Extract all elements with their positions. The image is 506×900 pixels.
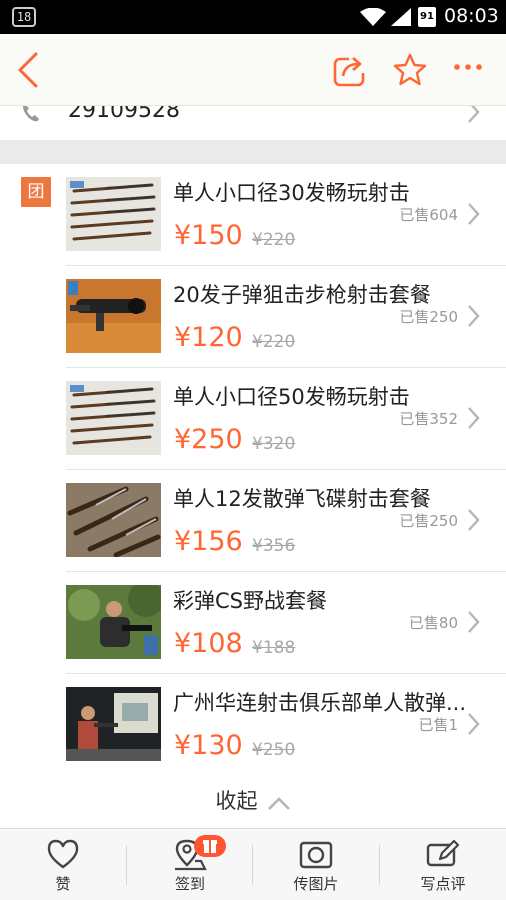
chevron-right-icon [468, 509, 480, 531]
deal-item[interactable]: 广州华连射击俱乐部单人散弹... 已售1 ¥130 ¥250 [66, 674, 506, 776]
deal-sold-count: 已售80 [408, 614, 458, 632]
deal-original-price: ¥220 [252, 332, 296, 352]
collapse-label: 收起 [215, 789, 258, 813]
tab-write-review[interactable]: 写点评 [380, 829, 506, 900]
deal-item[interactable]: 彩弹CS野战套餐 已售80 ¥108 ¥188 [66, 572, 506, 674]
deal-original-price: ¥356 [252, 536, 296, 556]
clock: 08:03 [444, 5, 499, 27]
chevron-right-icon [468, 305, 480, 327]
battery-icon: 91 [418, 7, 436, 27]
notification-count-icon: 18 [12, 7, 36, 27]
deal-price: ¥250 [174, 424, 243, 455]
deal-item[interactable]: 单人小口径50发畅玩射击 已售352 ¥250 ¥320 [66, 368, 506, 470]
status-bar: 18 91 08:03 [0, 0, 506, 34]
deal-original-price: ¥320 [252, 434, 296, 454]
deal-thumbnail [66, 483, 161, 557]
deal-title: 彩弹CS野战套餐 [173, 589, 327, 613]
deal-price: ¥150 [174, 220, 243, 251]
deal-original-price: ¥250 [252, 740, 296, 760]
chevron-up-icon [267, 796, 290, 810]
deal-title: 广州华连射击俱乐部单人散弹... [173, 691, 467, 715]
star-icon[interactable] [392, 52, 428, 88]
camera-icon [299, 841, 333, 869]
phone-icon [23, 106, 39, 122]
deal-price: ¥120 [174, 322, 243, 353]
deal-sold-count: 已售250 [399, 512, 458, 530]
deal-thumbnail [66, 687, 161, 761]
deal-title: 单人12发散弹飞碟射击套餐 [173, 487, 431, 511]
deal-sold-count: 已售604 [399, 206, 458, 224]
back-arrow-icon[interactable] [12, 52, 42, 88]
phone-row[interactable]: 29109528 [0, 106, 506, 140]
chevron-right-icon [468, 106, 480, 123]
deal-item[interactable]: 单人小口径30发畅玩射击 已售604 ¥150 ¥220 [66, 164, 506, 266]
chevron-right-icon [468, 203, 480, 225]
deal-title: 单人小口径50发畅玩射击 [173, 385, 410, 409]
deal-sold-count: 已售1 [418, 716, 458, 734]
deal-title: 单人小口径30发畅玩射击 [173, 181, 410, 205]
tab-label: 传图片 [293, 875, 339, 893]
deal-thumbnail [66, 585, 161, 659]
gift-icon [194, 835, 226, 857]
deal-item[interactable]: 20发子弹狙击步枪射击套餐 已售250 ¥120 ¥220 [66, 266, 506, 368]
chevron-right-icon [468, 407, 480, 429]
phone-number: 29109528 [68, 106, 180, 123]
deal-thumbnail [66, 279, 161, 353]
tab-label: 赞 [55, 875, 71, 893]
deal-thumbnail [66, 177, 161, 251]
tab-label: 写点评 [420, 875, 466, 893]
more-icon[interactable] [452, 62, 484, 72]
chevron-right-icon [468, 713, 480, 735]
group-buy-badge: 团 [21, 177, 51, 207]
nav-bar [0, 34, 506, 106]
tab-like[interactable]: 赞 [0, 829, 126, 900]
deal-price: ¥130 [174, 730, 243, 761]
tab-checkin[interactable]: 签到 [127, 829, 253, 900]
chevron-right-icon [468, 611, 480, 633]
deal-thumbnail [66, 381, 161, 455]
wifi-icon [360, 8, 386, 26]
tab-label: 签到 [174, 875, 205, 893]
deal-price: ¥156 [174, 526, 243, 557]
share-icon[interactable] [332, 52, 368, 88]
signal-icon [391, 8, 411, 26]
edit-icon [426, 839, 460, 867]
tab-upload-photo[interactable]: 传图片 [253, 829, 379, 900]
group-deals-section: 团 单人小口径30发畅玩射击 已售604 ¥150 ¥220 20发子弹狙击步枪… [0, 164, 506, 828]
deal-original-price: ¥220 [252, 230, 296, 250]
bottom-tab-bar: 赞 签到 传图片 写点评 [0, 828, 506, 900]
deal-item[interactable]: 单人12发散弹飞碟射击套餐 已售250 ¥156 ¥356 [66, 470, 506, 572]
deal-sold-count: 已售250 [399, 308, 458, 326]
deal-sold-count: 已售352 [399, 410, 458, 428]
deal-title: 20发子弹狙击步枪射击套餐 [173, 283, 431, 307]
heart-icon [47, 839, 79, 869]
deal-original-price: ¥188 [252, 638, 296, 658]
deal-price: ¥108 [174, 628, 243, 659]
collapse-button[interactable]: 收起 [0, 774, 506, 828]
